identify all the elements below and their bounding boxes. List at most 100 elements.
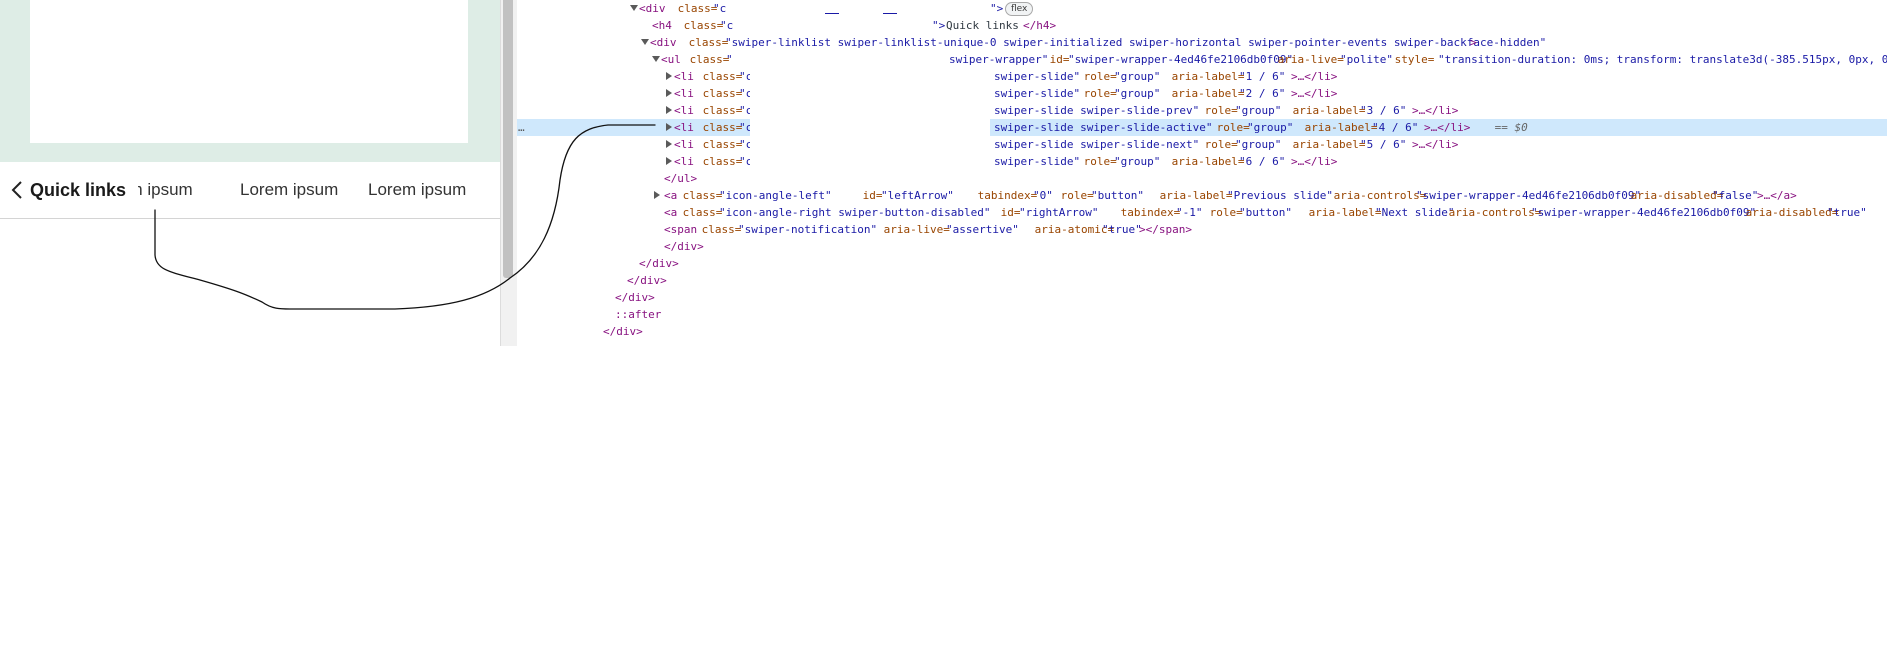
tag-close: >…</li> xyxy=(1424,121,1471,134)
dom-node-swiper-div[interactable]: <div class= "swiper-linklist swiper-link… xyxy=(517,34,1887,51)
dom-node-notification[interactable]: <span class= "swiper-notification" aria-… xyxy=(517,221,1887,238)
attr-name: aria-label= xyxy=(1165,87,1245,100)
selected-node-marker: == $0 xyxy=(1488,121,1528,134)
dom-node-close-div[interactable]: </div> xyxy=(517,323,1887,340)
attr-name: tabindex= xyxy=(971,189,1038,202)
attr-value: swiper-slide" xyxy=(994,87,1081,100)
expand-triangle-icon[interactable] xyxy=(666,157,672,165)
attr-value: "c xyxy=(713,2,727,15)
attr-name: aria-label= xyxy=(1165,155,1245,168)
attr-value: "swiper-linklist swiper-linklist-unique-… xyxy=(725,36,1547,49)
attr-name: class= xyxy=(696,121,743,134)
attr-value: "polite" xyxy=(1340,53,1393,66)
attr-value: swiper-slide" xyxy=(994,70,1081,83)
attr-name: aria-label= xyxy=(1286,104,1366,117)
attr-value: "Previous slide" xyxy=(1227,189,1333,202)
tag-name: <li xyxy=(674,155,694,168)
attr-value: "false" xyxy=(1712,189,1759,202)
dom-node-close-div[interactable]: </div> xyxy=(517,289,1887,306)
attr-value: swiper-wrapper" xyxy=(949,53,1049,66)
pseudo-element: ::after xyxy=(615,308,662,321)
attr-name: class= xyxy=(696,155,743,168)
quick-link-item[interactable]: Lorem ipsum xyxy=(368,178,466,202)
attr-value: " xyxy=(726,53,733,66)
attr-value: "group" xyxy=(1114,87,1161,100)
tag-end: </h4> xyxy=(1023,19,1057,32)
tag-name: <h4 xyxy=(652,19,672,32)
dom-node-h4[interactable]: <h4 class= "c "> Quick links </h4> xyxy=(517,17,1887,34)
attr-name: class= xyxy=(671,2,718,15)
attr-value: "button" xyxy=(1239,206,1292,219)
dom-node-close-div[interactable]: </div> xyxy=(517,238,1887,255)
dom-node-li-selected[interactable]: … <li class= "c swiper-slide swiper-slid… xyxy=(517,119,1887,136)
expand-triangle-icon[interactable] xyxy=(666,140,672,148)
row-menu-icon[interactable]: … xyxy=(518,119,525,136)
collapse-triangle-icon[interactable] xyxy=(652,56,660,62)
dom-node-close-div[interactable]: </div> xyxy=(517,255,1887,272)
attr-name: aria-live= xyxy=(877,223,950,236)
attr-name: aria-label= xyxy=(1286,138,1366,151)
tag-name: <ul xyxy=(661,53,681,66)
expand-triangle-icon[interactable] xyxy=(666,89,672,97)
attr-value: "swiper-wrapper-4ed46fe2106db0f09" xyxy=(1531,206,1757,219)
attr-value: "swiper-wrapper-4ed46fe2106db0f09" xyxy=(1416,189,1642,202)
attr-value: "group" xyxy=(1235,104,1282,117)
attr-name: style= xyxy=(1388,53,1435,66)
dom-node-after-pseudo[interactable]: ::after xyxy=(517,306,1887,323)
expand-triangle-icon[interactable] xyxy=(666,72,672,80)
dom-node-right-arrow[interactable]: <a class= "icon-angle-right swiper-butto… xyxy=(517,204,1887,221)
collapse-triangle-icon[interactable] xyxy=(630,5,638,11)
attr-value: "4 / 6" xyxy=(1372,121,1419,134)
attr-name: role= xyxy=(1077,87,1117,100)
tag-close: >…</li> xyxy=(1412,138,1459,151)
attr-value: "icon-angle-right swiper-button-disabled… xyxy=(719,206,991,219)
dom-node-li[interactable]: <li class= "c swiper-slide" role= "group… xyxy=(517,85,1887,102)
attr-name: aria-live= xyxy=(1271,53,1344,66)
attr-value: "-1" xyxy=(1176,206,1203,219)
chevron-left-icon[interactable] xyxy=(8,178,26,202)
dom-node-li[interactable]: <li class= "c swiper-slide swiper-slide-… xyxy=(517,136,1887,153)
attr-value: "group" xyxy=(1114,155,1161,168)
attr-name: class= xyxy=(696,138,743,151)
attr-name: aria-label= xyxy=(1153,189,1233,202)
attr-name: aria-controls= xyxy=(1327,189,1427,202)
attr-name: id= xyxy=(1043,53,1070,66)
attr-value: "assertive" xyxy=(946,223,1019,236)
page-scrollbar-thumb[interactable] xyxy=(503,0,513,278)
attr-name: aria-controls= xyxy=(1442,206,1542,219)
dom-node-li[interactable]: <li class= "c swiper-slide" role= "group… xyxy=(517,68,1887,85)
tag-close: > xyxy=(1470,36,1477,49)
dom-node-close-ul[interactable]: </ul> xyxy=(517,170,1887,187)
flex-badge[interactable]: flex xyxy=(1005,2,1034,16)
dom-node-close-div[interactable]: </div> xyxy=(517,272,1887,289)
attr-value: "0" xyxy=(1033,189,1053,202)
dom-node-left-arrow[interactable]: <a class= "icon-angle-left" id= "leftArr… xyxy=(517,187,1887,204)
collapse-triangle-icon[interactable] xyxy=(641,39,649,45)
tag-name: <div xyxy=(650,36,677,49)
expand-triangle-icon[interactable] xyxy=(666,106,672,114)
tag-close: ></span> xyxy=(1139,223,1192,236)
attr-name: class= xyxy=(683,53,730,66)
dom-node-ul[interactable]: <ul class= " swiper-wrapper" id= "swiper… xyxy=(517,51,1887,68)
expand-triangle-icon[interactable] xyxy=(666,123,672,131)
attr-value: "2 / 6" xyxy=(1239,87,1286,100)
tag-close: "> xyxy=(990,2,1004,15)
tag-name: <li xyxy=(674,70,694,83)
quick-links-title: Quick links xyxy=(30,180,127,200)
attr-value: "group" xyxy=(1114,70,1161,83)
tag-name: <li xyxy=(674,121,694,134)
dom-node-div[interactable]: <div class= "c "> flex xyxy=(517,0,1887,17)
quick-link-item[interactable]: em ipsum xyxy=(138,178,193,202)
tag-name: <li xyxy=(674,87,694,100)
tag-name: <li xyxy=(674,138,694,151)
attr-value: "true" xyxy=(1102,223,1142,236)
quick-link-item[interactable]: Lorem ipsum xyxy=(240,178,338,202)
attr-value: "true" xyxy=(1827,206,1867,219)
attr-name: aria-label= xyxy=(1165,70,1245,83)
attr-name: aria-disabled= xyxy=(1624,189,1724,202)
quick-links-carousel: em ipsum Lorem ipsum Lorem ipsum xyxy=(138,178,500,204)
expand-triangle-icon[interactable] xyxy=(654,191,660,199)
dom-node-li[interactable]: <li class= "c swiper-slide swiper-slide-… xyxy=(517,102,1887,119)
dom-node-li[interactable]: <li class= "c swiper-slide" role= "group… xyxy=(517,153,1887,170)
tag-end: </div> xyxy=(664,240,704,253)
